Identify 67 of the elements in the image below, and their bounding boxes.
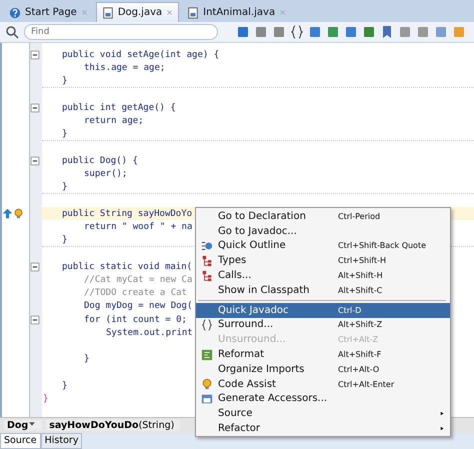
code-line: for (int count = 0; (83, 314, 187, 325)
find-field[interactable]: Find (24, 24, 218, 40)
code-line: //Cat myCat = new Ca (83, 274, 192, 285)
editor-tab[interactable]: Dog.java (96, 2, 180, 22)
menu-item[interactable]: Refactor (196, 421, 450, 436)
code-line: public void setAge(int age) { (61, 50, 220, 60)
search-icon (4, 25, 20, 39)
fold-icon (30, 262, 40, 272)
help-icon (9, 6, 21, 18)
braces-icon (290, 25, 304, 39)
menu-item[interactable]: Reformat Alt+Shift-F (196, 347, 450, 362)
lightbulb-icon (201, 378, 213, 390)
code-line: } (61, 182, 68, 192)
code-line: Dog myDog = new Dog( (83, 301, 192, 312)
code-line: } (83, 354, 90, 364)
code-line: } (42, 394, 48, 404)
view-tab[interactable]: History (40, 433, 82, 449)
close-icon (166, 9, 174, 16)
code-line: } (61, 128, 68, 139)
editor-tab[interactable]: Start Page (3, 2, 94, 22)
breadcrumb-item[interactable]: Dog (4, 420, 42, 431)
menu-item[interactable]: Go to Declaration Ctrl-Period (196, 209, 450, 224)
hierarchy-icon (201, 270, 213, 282)
fold-icon (30, 156, 40, 166)
menu-item[interactable]: Calls... Alt+Shift-H (196, 268, 450, 283)
java-file-icon (187, 6, 200, 18)
menu-item[interactable]: Source (196, 406, 450, 422)
menu-item[interactable]: Generate Accessors... (196, 392, 450, 406)
up-arrow-icon (2, 208, 13, 220)
code-line: return age; (83, 116, 144, 126)
close-icon (80, 9, 88, 16)
code-line: System.out.print (105, 328, 193, 338)
code-line: } (61, 234, 68, 245)
outline-icon (201, 240, 213, 252)
java-file-icon (102, 6, 114, 18)
code-line: return " woof " + na (83, 222, 192, 232)
menu-item[interactable]: Types Ctrl+Shift-H (196, 253, 450, 268)
fold-icon (30, 50, 40, 60)
code-line: public static void main( (61, 262, 192, 272)
braces-icon (201, 318, 213, 331)
code-line: public String sayHowDoYo (61, 208, 192, 219)
hierarchy-icon (201, 254, 213, 267)
menu-item[interactable]: Code Assist Ctrl+Alt-Enter (196, 376, 450, 392)
bookmark-icon (380, 25, 394, 39)
close-icon (279, 9, 286, 16)
view-tab[interactable]: Source (0, 433, 41, 449)
menu-item[interactable]: Surround... Alt+Shift-Z (196, 318, 450, 332)
lightbulb-icon (13, 208, 24, 220)
menu-item[interactable]: Go to Javadoc... (196, 224, 450, 239)
fold-icon (30, 314, 40, 325)
menu-item[interactable]: Quick Javadoc Ctrl-D (196, 302, 450, 318)
code-line: public Dog() { (61, 156, 138, 166)
code-line: //TODO create a Cat (83, 288, 187, 298)
code-line: public int getAge() { (61, 102, 176, 113)
fold-icon (30, 102, 40, 113)
code-line: } (61, 380, 68, 391)
menu-item[interactable]: Quick Outline Ctrl+Shift-Back Quote (196, 238, 450, 254)
menu-item[interactable]: Organize Imports Ctrl+Alt-O (196, 362, 450, 377)
caret-icon (28, 420, 36, 428)
breadcrumb-item[interactable]: sayHowDoYouDo(String) (46, 420, 180, 431)
menu-item[interactable]: Show in Classpath Alt+Shift-C (196, 282, 450, 298)
code-line: super(); (83, 168, 128, 179)
reformat-icon (201, 348, 213, 361)
code-line: this.age = age; (83, 62, 166, 73)
generate-icon (201, 392, 213, 405)
code-line: } (61, 76, 68, 86)
editor-tab[interactable]: IntAnimal.java (181, 2, 292, 22)
